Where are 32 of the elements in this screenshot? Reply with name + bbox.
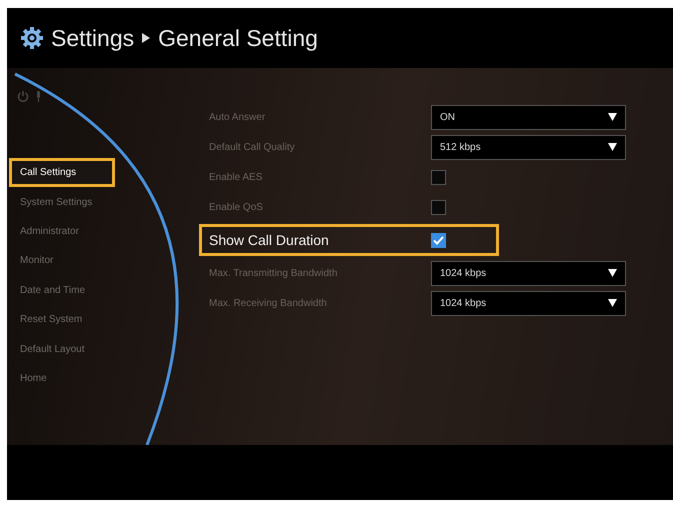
dropdown[interactable]: 512 kbps xyxy=(431,134,626,160)
sidebar-item[interactable]: Home xyxy=(9,364,115,394)
sidebar-item[interactable]: Date and Time xyxy=(9,276,115,305)
dropdown[interactable]: 1024 kbps xyxy=(431,290,626,316)
page-title: General Setting xyxy=(158,24,318,52)
checkbox[interactable] xyxy=(431,232,446,248)
power-icon xyxy=(17,90,29,103)
caret-icon xyxy=(608,113,617,121)
setting-label: Enable AES xyxy=(208,172,264,182)
setting-label: Max. Transmitting Bandwidth xyxy=(208,268,338,278)
caret-icon xyxy=(608,269,617,277)
sidebar-item[interactable]: Reset System xyxy=(9,304,115,334)
setting-label: Show Call Duration xyxy=(208,232,330,248)
sidebar-item[interactable]: System Settings xyxy=(9,187,115,217)
checkbox[interactable] xyxy=(431,200,446,214)
checkbox[interactable] xyxy=(431,170,446,184)
breadcrumb-arrow-icon xyxy=(142,33,150,43)
dropdown[interactable]: 1024 kbps xyxy=(431,260,626,286)
caret-icon xyxy=(608,143,617,151)
dropdown[interactable]: ON xyxy=(431,104,626,130)
sidebar-item[interactable]: Default Layout xyxy=(9,334,115,364)
sidebar-item[interactable]: Administrator xyxy=(9,216,115,246)
microphone-icon xyxy=(35,90,42,103)
settings-icon xyxy=(21,27,43,49)
setting-label: Auto Answer xyxy=(208,112,266,122)
setting-label: Max. Receiving Bandwidth xyxy=(208,298,328,308)
sidebar-item[interactable]: Call Settings xyxy=(9,158,115,188)
settings-title: Settings xyxy=(51,24,134,52)
caret-icon xyxy=(608,299,617,307)
setting-label: Default Call Quality xyxy=(208,142,296,152)
setting-label: Enable QoS xyxy=(208,202,264,212)
sidebar-item[interactable]: Monitor xyxy=(9,246,115,276)
